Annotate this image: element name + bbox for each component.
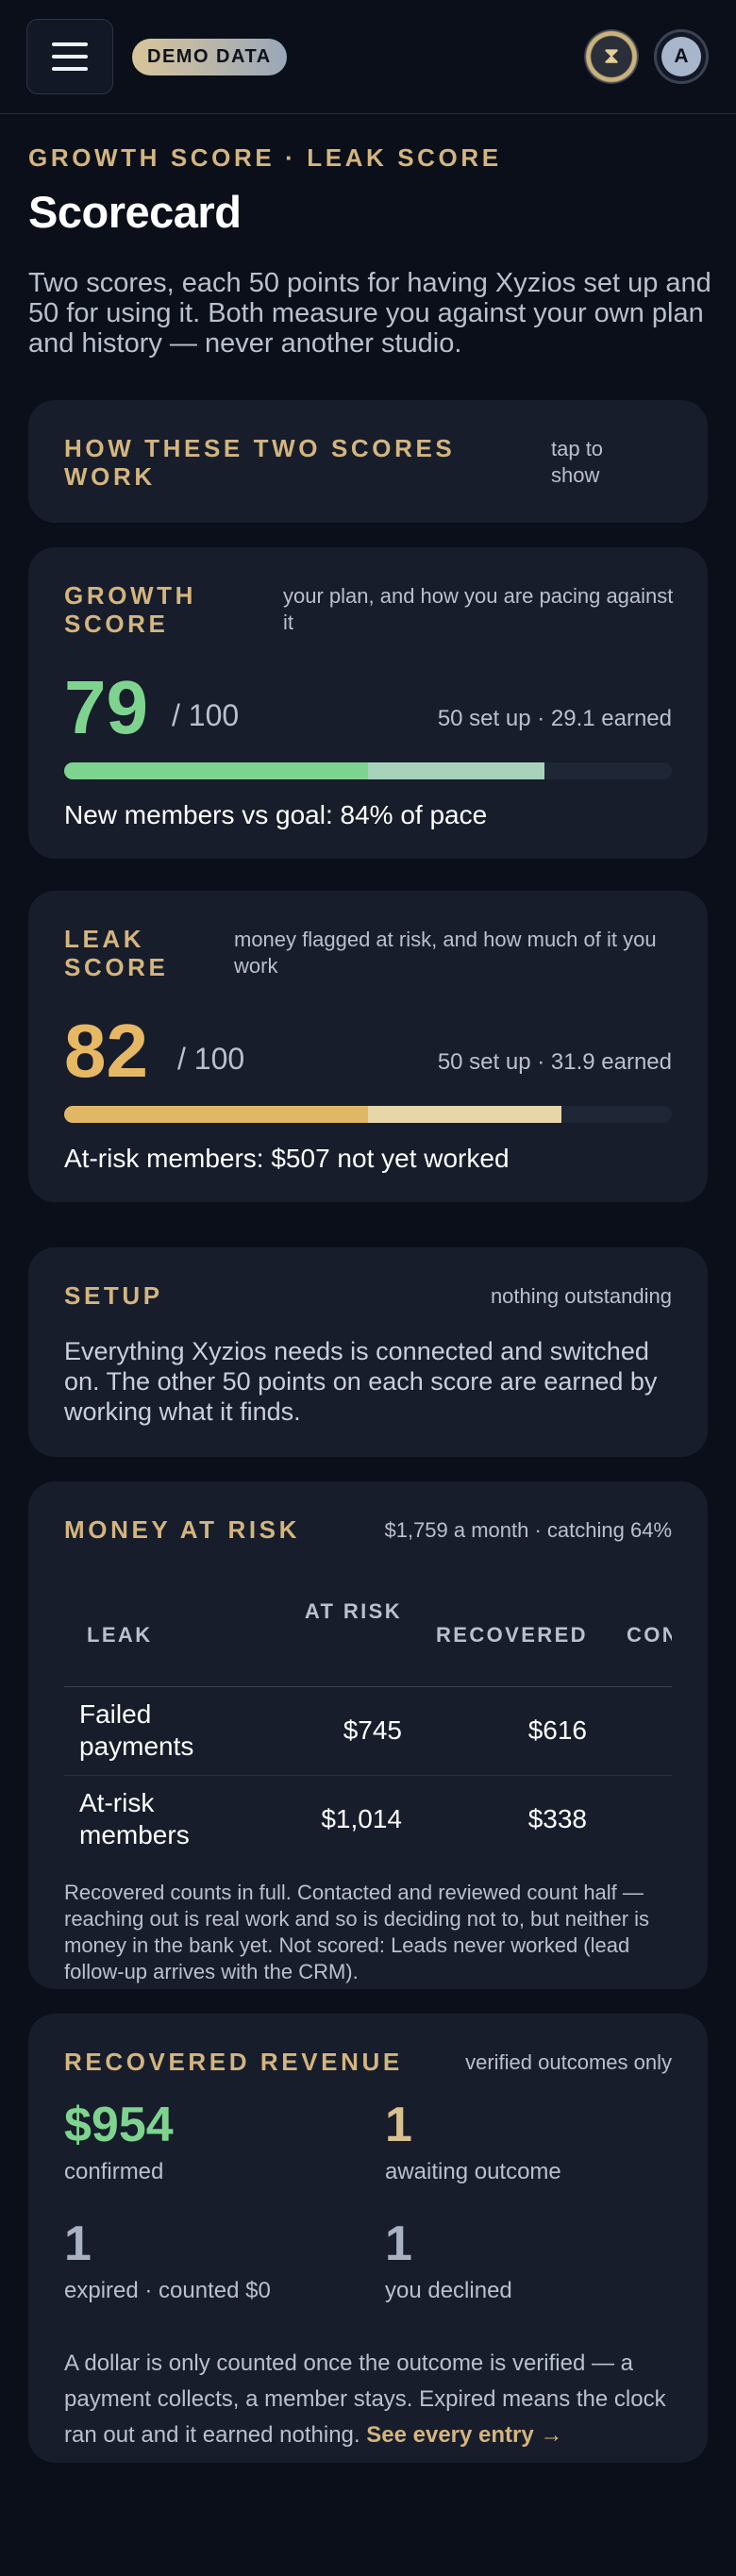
page-eyebrow: GROWTH SCORE · LEAK SCORE [28, 143, 502, 172]
awaiting-value: 1 [385, 2098, 412, 2152]
leak-name: At-risk members [79, 1788, 190, 1849]
leak-setup-fill [64, 1106, 368, 1123]
column-header-contacted: CONTACTED [627, 1623, 672, 1647]
recovered-revenue-card: RECOVERED REVENUE verified outcomes only… [28, 2014, 708, 2463]
column-header-leak: LEAK [87, 1623, 153, 1647]
page-title: Scorecard [28, 187, 242, 237]
leak-name: Failed payments [79, 1699, 194, 1761]
confirmed-value: $954 [64, 2098, 174, 2152]
hourglass-icon[interactable]: ⧗ [584, 29, 639, 84]
declined-value: 1 [385, 2216, 412, 2271]
setup-status: nothing outstanding [490, 1284, 672, 1308]
recovered-note: A dollar is only counted once the outcom… [64, 2346, 677, 2453]
top-bar: DEMO DATA ⧗ A [0, 0, 736, 114]
setup-title: SETUP [64, 1281, 163, 1310]
menu-button[interactable] [26, 19, 113, 94]
table-header: LEAK AT RISK RECOVERED CONTACTED [64, 1585, 672, 1687]
see-every-entry-link[interactable]: See every entry → [366, 2422, 562, 2448]
at-risk-amount: $1,014 [321, 1804, 402, 1833]
money-at-risk-summary: $1,759 a month · catching 64% [384, 1518, 672, 1542]
declined-label: you declined [385, 2278, 512, 2303]
leak-score-denominator: / 100 [177, 1042, 245, 1076]
leak-score-footer: At-risk members: $507 not yet worked [64, 1144, 510, 1173]
leak-score-value: 82 [64, 1009, 148, 1093]
money-at-risk-note: Recovered counts in full. Contacted and … [64, 1881, 650, 1983]
leak-score-split: 50 set up · 31.9 earned [437, 1049, 672, 1075]
avatar[interactable]: A [654, 29, 709, 84]
recovered-revenue-title: RECOVERED REVENUE [64, 2048, 403, 2076]
menu-icon [52, 42, 88, 46]
growth-score-title: GROWTH SCORE [64, 581, 197, 638]
growth-score-card: GROWTH SCORE your plan, and how you are … [28, 547, 708, 859]
leak-score-aside: money flagged at risk, and how much of i… [234, 928, 657, 978]
growth-score-bar [64, 762, 672, 779]
growth-setup-fill [64, 762, 368, 779]
growth-score-aside: your plan, and how you are pacing agains… [283, 584, 674, 634]
awaiting-label: awaiting outcome [385, 2159, 561, 2184]
at-risk-amount: $745 [343, 1715, 402, 1745]
growth-score-footer: New members vs goal: 84% of pace [64, 800, 488, 829]
confirmed-label: confirmed [64, 2159, 164, 2184]
money-at-risk-card: MONEY AT RISK $1,759 a month · catching … [28, 1481, 708, 1989]
leak-score-bar [64, 1106, 672, 1123]
leak-score-title: LEAK SCORE [64, 925, 169, 981]
how-scores-work-card[interactable]: HOW THESE TWO SCORES WORK tap to show [28, 400, 708, 523]
expired-label: expired · counted $0 [64, 2278, 271, 2303]
page-intro: Two scores, each 50 points for having Xy… [28, 268, 711, 359]
recovered-amount: $338 [527, 1804, 587, 1833]
money-at-risk-table[interactable]: LEAK AT RISK RECOVERED CONTACTED Failed … [64, 1585, 672, 1859]
leak-earned-fill [368, 1106, 562, 1123]
how-scores-work-title: HOW THESE TWO SCORES WORK [64, 434, 456, 491]
recovered-note-text: A dollar is only counted once the outcom… [64, 2350, 666, 2448]
setup-card: SETUP nothing outstanding Everything Xyz… [28, 1247, 708, 1457]
tap-to-show-toggle[interactable]: tap to show [551, 436, 655, 489]
expired-value: 1 [64, 2216, 92, 2271]
growth-score-split: 50 set up · 29.1 earned [437, 706, 672, 731]
recovered-revenue-aside: verified outcomes only [465, 2050, 672, 2074]
growth-score-denominator: / 100 [172, 698, 240, 732]
demo-data-badge: DEMO DATA [132, 39, 287, 75]
table-row: Failed payments $745 $616 [64, 1687, 672, 1776]
avatar-initial: A [661, 37, 701, 76]
growth-earned-fill [368, 762, 545, 779]
table-row: At-risk members $1,014 $338 [64, 1776, 672, 1859]
recovered-amount: $616 [527, 1715, 587, 1745]
money-at-risk-title: MONEY AT RISK [64, 1515, 301, 1544]
column-header-at-risk: AT RISK [304, 1599, 402, 1623]
column-header-recovered: RECOVERED [436, 1623, 588, 1647]
setup-body: Everything Xyzios needs is connected and… [64, 1337, 658, 1426]
growth-score-value: 79 [64, 665, 148, 749]
leak-score-card: LEAK SCORE money flagged at risk, and ho… [28, 891, 708, 1202]
